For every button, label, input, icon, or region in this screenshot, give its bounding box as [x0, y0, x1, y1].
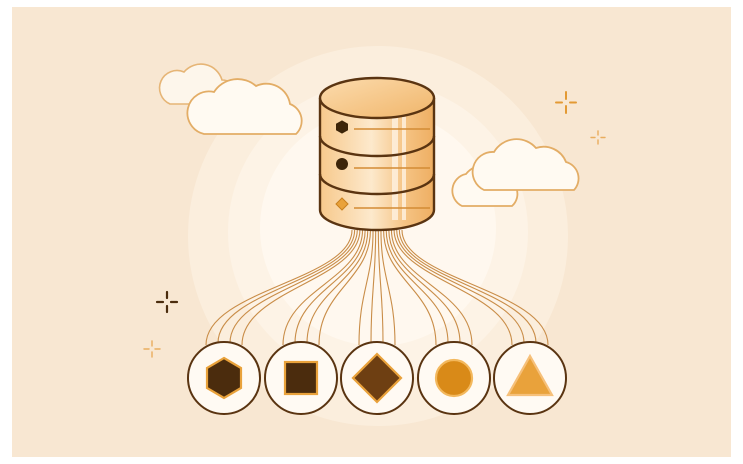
database-icon	[318, 76, 436, 232]
hexagon-icon	[336, 120, 348, 134]
sparkle-icon	[590, 130, 606, 145]
sparkle-icon	[155, 290, 179, 314]
output-node-hexagon	[187, 341, 261, 415]
output-node-square	[264, 341, 338, 415]
sparkle-icon	[555, 91, 577, 114]
square-icon	[283, 360, 319, 396]
output-node-diamond	[340, 341, 414, 415]
circle-icon	[336, 158, 348, 170]
database-distribution-illustration	[12, 7, 731, 457]
page	[0, 0, 743, 464]
output-node-circle	[417, 341, 491, 415]
hexagon-icon	[205, 356, 243, 400]
illustration-canvas	[143, 46, 606, 426]
output-node-triangle	[493, 341, 567, 415]
sparkle-icon	[143, 340, 161, 358]
circle-icon	[434, 358, 474, 398]
